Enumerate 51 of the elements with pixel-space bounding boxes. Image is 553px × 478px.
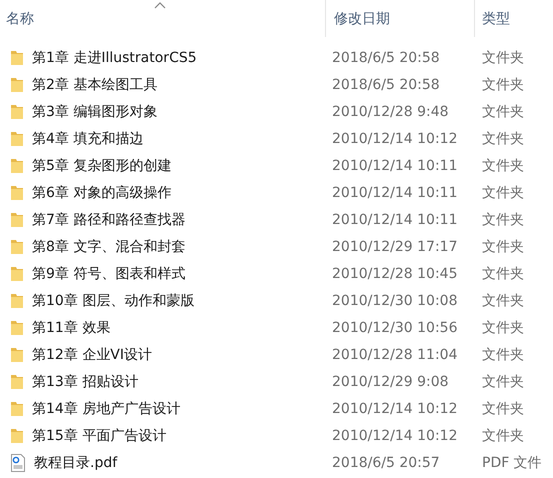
modified-date: 2010/12/14 10:12 bbox=[332, 130, 458, 146]
modified-date: 2010/12/14 10:12 bbox=[332, 400, 458, 416]
modified-date: 2010/12/28 9:48 bbox=[332, 104, 450, 120]
file-name[interactable]: 第6章 对象的高级操作 bbox=[32, 184, 172, 202]
file-name[interactable]: 第13章 招贴设计 bbox=[32, 372, 138, 390]
file-type: 文件夹 bbox=[482, 346, 524, 364]
file-name[interactable]: 第14章 房地产广告设计 bbox=[32, 400, 180, 418]
modified-date: 2018/6/5 20:58 bbox=[332, 76, 441, 92]
file-type: 文件夹 bbox=[482, 426, 524, 444]
file-type: PDF 文件 bbox=[482, 454, 542, 472]
modified-date: 2010/12/29 9:08 bbox=[332, 374, 450, 390]
modified-date: 2018/6/5 20:58 bbox=[332, 50, 441, 66]
file-type: 文件夹 bbox=[482, 130, 524, 148]
modified-date: 2018/6/5 20:57 bbox=[332, 454, 441, 470]
file-name[interactable]: 第12章 企业VI设计 bbox=[32, 346, 152, 364]
modified-date: 2010/12/30 10:08 bbox=[332, 292, 458, 308]
file-name[interactable]: 第15章 平面广告设计 bbox=[32, 426, 166, 444]
file-name[interactable]: 第2章 基本绘图工具 bbox=[32, 76, 158, 94]
file-name[interactable]: 第8章 文字、混合和封套 bbox=[32, 238, 186, 256]
file-name[interactable]: 第10章 图层、动作和蒙版 bbox=[32, 292, 194, 310]
column-header[interactable]: 类型 bbox=[482, 10, 510, 28]
modified-date: 2010/12/28 11:04 bbox=[332, 346, 458, 362]
file-name[interactable]: 第4章 填充和描边 bbox=[32, 130, 144, 148]
file-name[interactable]: 第9章 符号、图表和样式 bbox=[32, 264, 186, 282]
file-type: 文件夹 bbox=[482, 318, 524, 336]
file-type: 文件夹 bbox=[482, 238, 524, 256]
modified-date: 2010/12/28 10:45 bbox=[332, 266, 458, 282]
modified-date: 2010/12/14 10:11 bbox=[332, 184, 458, 200]
column-header[interactable]: 名称 bbox=[6, 10, 34, 28]
file-type: 文件夹 bbox=[482, 292, 524, 310]
modified-date: 2010/12/14 10:11 bbox=[332, 158, 458, 174]
file-name[interactable]: 第7章 路径和路径查找器 bbox=[32, 210, 186, 228]
file-type: 文件夹 bbox=[482, 372, 524, 390]
file-name[interactable]: 第5章 复杂图形的创建 bbox=[32, 156, 172, 174]
file-type: 文件夹 bbox=[482, 76, 524, 94]
file-name[interactable]: 第11章 效果 bbox=[32, 318, 110, 336]
file-type: 文件夹 bbox=[482, 210, 524, 228]
file-name[interactable]: 第1章 走进IllustratorCS5 bbox=[32, 48, 197, 66]
modified-date: 2010/12/29 17:17 bbox=[332, 238, 458, 254]
file-type: 文件夹 bbox=[482, 184, 524, 202]
file-name[interactable]: 第3章 编辑图形对象 bbox=[32, 102, 158, 120]
file-type: 文件夹 bbox=[482, 400, 524, 418]
file-type: 文件夹 bbox=[482, 264, 524, 282]
column-header[interactable]: 修改日期 bbox=[334, 10, 390, 28]
file-type: 文件夹 bbox=[482, 102, 524, 120]
file-name[interactable]: 教程目录.pdf bbox=[34, 454, 118, 472]
modified-date: 2010/12/30 10:56 bbox=[332, 320, 458, 336]
file-type: 文件夹 bbox=[482, 156, 524, 174]
modified-date: 2010/12/14 10:12 bbox=[332, 428, 458, 444]
modified-date: 2010/12/14 10:11 bbox=[332, 212, 458, 228]
file-type: 文件夹 bbox=[482, 48, 524, 66]
